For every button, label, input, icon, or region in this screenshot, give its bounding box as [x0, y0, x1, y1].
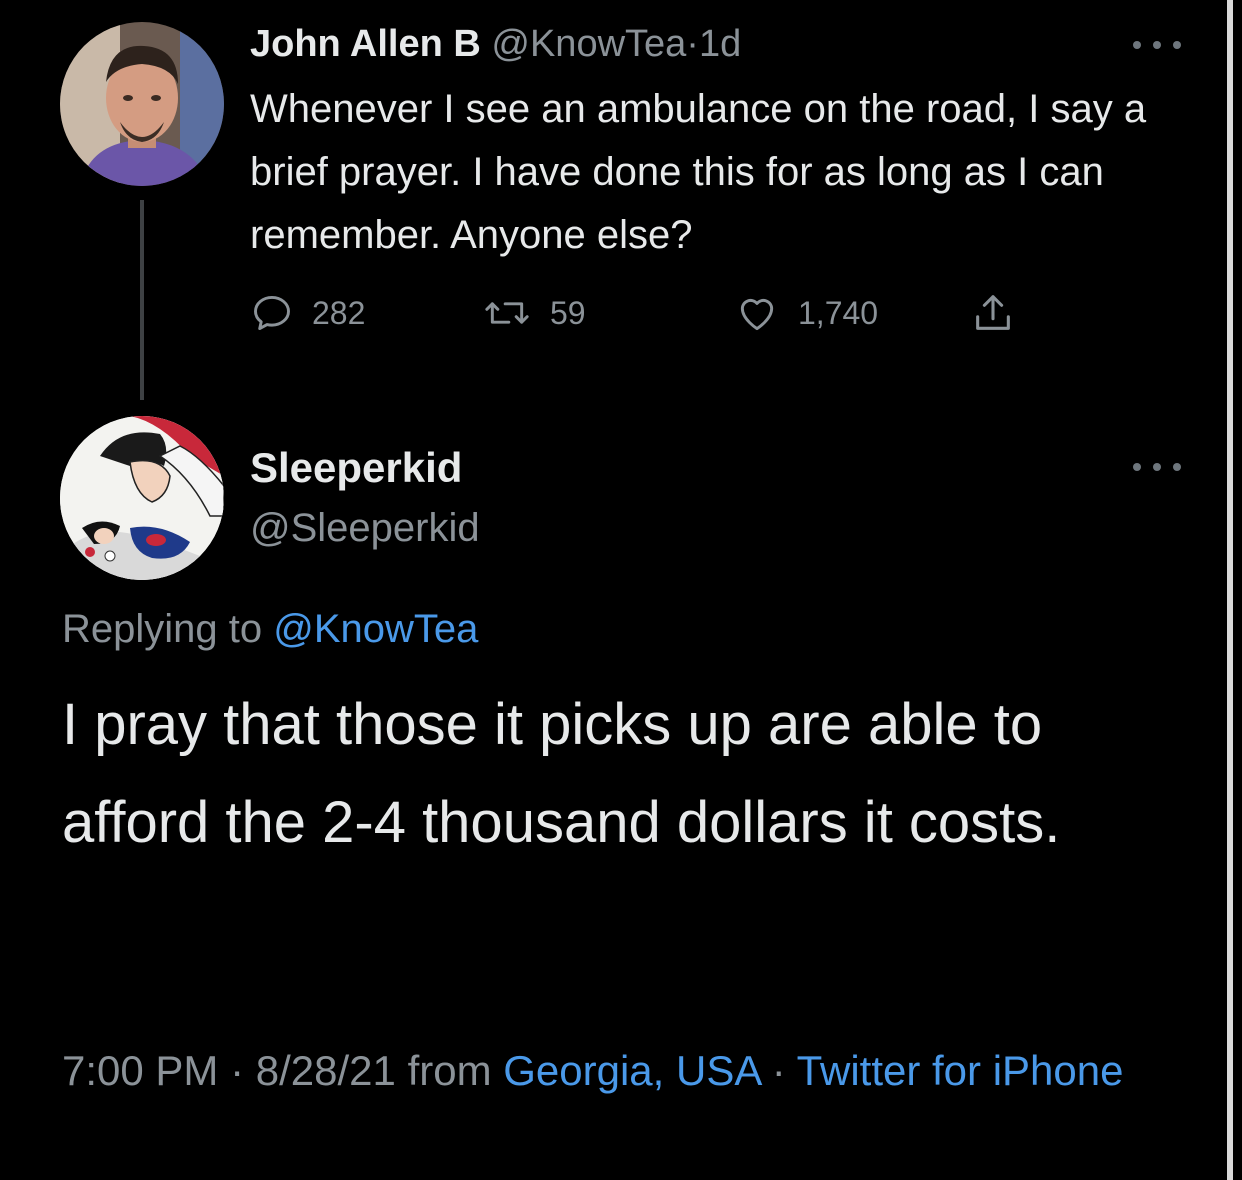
author-handle[interactable]: @KnowTea	[491, 23, 686, 65]
like-button[interactable]: 1,740	[734, 288, 878, 338]
heart-icon	[740, 298, 774, 331]
replying-to-line: Replying to @KnowTea	[62, 600, 478, 658]
client-link[interactable]: Twitter for iPhone	[797, 1047, 1124, 1094]
mention-link[interactable]: @KnowTea	[273, 607, 478, 651]
replying-to-label: Replying to	[62, 607, 263, 651]
retweet-arrows-icon	[485, 302, 529, 324]
tweet-metadata: 7:00 PM · 8/28/21 from Georgia, USA · Tw…	[62, 1040, 1192, 1102]
avatar[interactable]	[60, 416, 224, 580]
tweet-text: I pray that those it picks up are able t…	[62, 692, 1061, 855]
reply-button[interactable]: 282	[250, 288, 365, 338]
separator-dot: ·	[771, 1047, 786, 1094]
author-name[interactable]: Sleeperkid	[250, 440, 462, 496]
share-button[interactable]	[970, 288, 1016, 338]
tweet-age[interactable]: 1d	[699, 23, 741, 65]
more-dots-icon[interactable]	[1133, 38, 1181, 52]
author-name[interactable]: John Allen B	[250, 23, 481, 65]
location-link[interactable]: Georgia, USA	[503, 1047, 760, 1094]
retweet-button[interactable]: 59	[482, 288, 586, 338]
from-label: from	[407, 1047, 492, 1094]
share-upload-icon	[976, 295, 1010, 330]
thread-connector-line	[140, 200, 144, 400]
reply-count: 282	[312, 294, 366, 331]
scrollbar-edge	[1227, 0, 1233, 1180]
tweet-header: John Allen B @KnowTea·1d	[250, 18, 741, 70]
avatar[interactable]	[60, 22, 224, 186]
tweet-time: 7:00 PM	[62, 1047, 219, 1094]
separator-dot: ·	[686, 23, 699, 65]
more-dots-icon[interactable]	[1133, 460, 1181, 474]
retweet-count: 59	[550, 294, 586, 331]
tweet-actions: 282 59 1,740	[250, 288, 1050, 338]
separator-dot: ·	[230, 1047, 245, 1094]
author-handle[interactable]: @Sleeperkid	[250, 500, 480, 556]
tweet-date: 8/28/21	[255, 1047, 396, 1094]
like-count: 1,740	[798, 294, 879, 331]
comment-bubble-icon	[254, 295, 290, 331]
tweet-text: Whenever I see an ambulance on the road,…	[250, 87, 1147, 257]
